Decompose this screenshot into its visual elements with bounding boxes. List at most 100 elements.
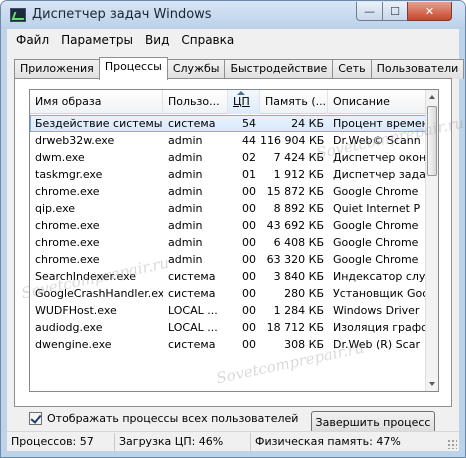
- menu-help[interactable]: Справка: [175, 33, 240, 47]
- cell-user: admin: [168, 185, 203, 198]
- column-description[interactable]: Описание: [328, 90, 428, 114]
- close-icon: ✕: [424, 4, 435, 18]
- cell-user: система: [168, 117, 216, 130]
- cell-image-name: GoogleCrashHandler.exe: [35, 287, 163, 300]
- cell-user: admin: [168, 219, 203, 232]
- table-row[interactable]: SearchIndexer.exe система 00 3 840 КБ Индекс…: [30, 268, 428, 285]
- cell-user: LOCAL ...: [168, 321, 218, 334]
- table-row[interactable]: taskmgr.exe admin 01 1 912 КБ Диспетчер зада…: [30, 166, 428, 183]
- status-bar: Процессов: 57 Загрузка ЦП: 46% Физическа…: [7, 431, 459, 451]
- show-all-users-option[interactable]: Отображать процессы всех пользователей: [29, 412, 298, 425]
- table-row[interactable]: GoogleCrashHandler.exe система 00 280 КБ Уст…: [30, 285, 428, 302]
- column-image-name[interactable]: Имя образа: [30, 90, 163, 114]
- scroll-thumb[interactable]: [427, 106, 437, 176]
- table-row[interactable]: chrome.exe admin 00 43 692 КБ Google Chrome: [30, 217, 428, 234]
- cell-user: LOCAL ...: [168, 304, 218, 317]
- cell-image-name: chrome.exe: [35, 219, 100, 232]
- cell-cpu: 00: [242, 219, 256, 232]
- cell-cpu: 00: [242, 270, 256, 283]
- cell-image-name: chrome.exe: [35, 253, 100, 266]
- close-button[interactable]: ✕: [407, 2, 452, 21]
- cell-description: Изоляция графо: [333, 321, 428, 334]
- process-rows: Бездействие системы система 54 24 КБ Процент…: [30, 115, 428, 353]
- cell-image-name: SearchIndexer.exe: [35, 270, 137, 283]
- cell-memory: 280 КБ: [284, 287, 324, 300]
- tab-processes[interactable]: Процессы: [98, 57, 168, 80]
- cell-image-name: chrome.exe: [35, 236, 100, 249]
- cell-cpu: 00: [242, 321, 256, 334]
- task-manager-icon: [10, 8, 26, 22]
- table-row[interactable]: chrome.exe admin 00 6 408 КБ Google Chrome: [30, 234, 428, 251]
- cell-user: admin: [168, 151, 203, 164]
- cell-image-name: audiodg.exe: [35, 321, 103, 334]
- cell-image-name: Бездействие системы: [35, 117, 163, 130]
- cell-user: admin: [168, 168, 203, 181]
- cell-image-name: dwm.exe: [35, 151, 85, 164]
- tab-performance[interactable]: Быстродействие: [224, 59, 334, 79]
- column-cpu[interactable]: ЦП: [228, 90, 260, 114]
- table-row[interactable]: qip.exe admin 00 8 892 КБ Quiet Internet P: [30, 200, 428, 217]
- menu-file[interactable]: Файл: [10, 33, 55, 47]
- cell-description: Google Chrome: [333, 219, 419, 232]
- cell-description: Диспетчер окон: [333, 151, 427, 164]
- cell-memory: 43 692 КБ: [266, 219, 324, 232]
- table-row[interactable]: drweb32w.exe admin 44 116 904 КБ Dr.Web© Sca…: [30, 132, 428, 149]
- menu-bar: Файл Параметры Вид Справка: [7, 29, 459, 51]
- process-list[interactable]: Имя образа Пользо... ЦП Память (... Опис…: [29, 89, 439, 392]
- cell-description: Процент времен: [333, 117, 428, 130]
- cell-description: Windows Driver: [333, 304, 420, 317]
- tab-services[interactable]: Службы: [166, 59, 226, 79]
- cell-cpu: 54: [242, 117, 256, 130]
- title-bar[interactable]: Диспетчер задач Windows — ☐ ✕: [1, 1, 465, 29]
- sort-ascending-icon: [237, 91, 245, 95]
- cell-description: Dr.Web© Scann: [333, 134, 421, 147]
- window-title: Диспетчер задач Windows: [32, 7, 212, 22]
- table-row[interactable]: dwm.exe admin 02 7 424 КБ Диспетчер окон: [30, 149, 428, 166]
- cell-cpu: 00: [242, 236, 256, 249]
- cell-memory: 63 320 КБ: [266, 253, 324, 266]
- menu-view[interactable]: Вид: [139, 33, 175, 47]
- tab-users[interactable]: Пользователи: [370, 59, 465, 79]
- cell-user: admin: [168, 236, 203, 249]
- table-row[interactable]: Бездействие системы система 54 24 КБ Процент…: [30, 115, 428, 132]
- cell-image-name: WUDFHost.exe: [35, 304, 117, 317]
- client-area: Приложения Процессы Службы Быстродействи…: [7, 51, 465, 451]
- cell-memory: 24 КБ: [291, 117, 324, 130]
- table-row[interactable]: chrome.exe admin 00 63 320 КБ Google Chrome: [30, 251, 428, 268]
- cell-memory: 15 872 КБ: [266, 185, 324, 198]
- end-process-button[interactable]: Завершить процесс: [311, 411, 435, 433]
- process-list-scrollbar[interactable]: [425, 90, 438, 391]
- table-row[interactable]: WUDFHost.exe LOCAL ... 00 1 284 КБ Windows D…: [30, 302, 428, 319]
- process-list-header: Имя образа Пользо... ЦП Память (... Опис…: [30, 90, 428, 114]
- column-user[interactable]: Пользо...: [163, 90, 228, 114]
- tab-strip: Приложения Процессы Службы Быстродействи…: [14, 57, 465, 80]
- cell-image-name: chrome.exe: [35, 185, 100, 198]
- status-cpu-usage: Загрузка ЦП: 46%: [115, 432, 251, 451]
- cell-user: admin: [168, 202, 203, 215]
- cell-user: admin: [168, 253, 203, 266]
- resize-grip[interactable]: [447, 439, 457, 449]
- cell-user: система: [168, 287, 216, 300]
- cell-image-name: qip.exe: [35, 202, 76, 215]
- task-manager-window: Диспетчер задач Windows — ☐ ✕ Файл Парам…: [0, 0, 466, 458]
- table-row[interactable]: audiodg.exe LOCAL ... 00 18 712 КБ Изоляция …: [30, 319, 428, 336]
- cell-memory: 116 904 КБ: [260, 134, 325, 147]
- cell-memory: 18 712 КБ: [266, 321, 324, 334]
- tab-applications[interactable]: Приложения: [14, 59, 100, 79]
- column-memory[interactable]: Память (...: [260, 90, 328, 114]
- cell-cpu: 01: [242, 168, 256, 181]
- cell-memory: 7 424 КБ: [273, 151, 324, 164]
- minimize-button[interactable]: —: [356, 2, 383, 21]
- cell-description: Google Chrome: [333, 253, 419, 266]
- cell-memory: 1 912 КБ: [273, 168, 324, 181]
- tab-network[interactable]: Сеть: [332, 59, 372, 79]
- scroll-down-button[interactable]: [426, 377, 438, 391]
- table-row[interactable]: chrome.exe admin 00 15 872 КБ Google Chrome: [30, 183, 428, 200]
- menu-options[interactable]: Параметры: [55, 33, 139, 47]
- table-row[interactable]: dwengine.exe система 00 308 КБ Dr.Web (R) Sc…: [30, 336, 428, 353]
- maximize-button[interactable]: ☐: [382, 2, 408, 21]
- processes-panel: Имя образа Пользо... ЦП Память (... Опис…: [14, 78, 465, 439]
- show-all-users-checkbox[interactable]: [29, 412, 42, 425]
- cell-description: Quiet Internet P: [333, 202, 421, 215]
- scroll-up-button[interactable]: [426, 90, 438, 104]
